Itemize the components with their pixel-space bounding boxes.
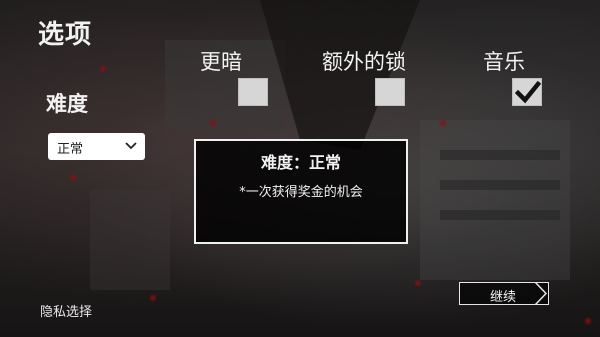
difficulty-dropdown[interactable]: 正常 (48, 133, 145, 160)
page-title: 选项 (38, 20, 93, 50)
blood-splatter (70, 175, 76, 181)
blood-splatter (150, 295, 156, 301)
difficulty-info-panel: 难度：正常 *一次获得奖金的机会 (194, 139, 408, 244)
continue-button[interactable]: 继续 (459, 282, 549, 305)
extra-locks-checkbox[interactable] (375, 78, 405, 106)
blood-splatter (585, 318, 591, 324)
extra-locks-label: 额外的锁 (322, 50, 406, 74)
info-title: 难度：正常 (260, 153, 341, 172)
check-icon (515, 80, 541, 104)
blood-splatter (210, 120, 216, 126)
options-screen: 选项 更暗 额外的锁 音乐 难度 正常 难度：正常 *一次获得奖金的机会 隐私选… (0, 0, 600, 337)
chevron-down-icon (125, 142, 137, 150)
chevron-right-icon (534, 282, 548, 305)
blood-splatter (440, 120, 446, 126)
darker-checkbox[interactable] (238, 78, 268, 106)
difficulty-label: 难度 (46, 92, 88, 116)
privacy-choices-link[interactable]: 隐私选择 (40, 301, 92, 320)
info-description: *一次获得奖金的机会 (239, 185, 363, 200)
blood-splatter (100, 66, 106, 72)
darker-label: 更暗 (200, 50, 242, 74)
continue-label: 继续 (490, 290, 517, 305)
blood-splatter (415, 280, 421, 286)
difficulty-selected-value: 正常 (57, 142, 84, 157)
music-label: 音乐 (483, 50, 525, 74)
music-checkbox[interactable] (512, 78, 542, 106)
